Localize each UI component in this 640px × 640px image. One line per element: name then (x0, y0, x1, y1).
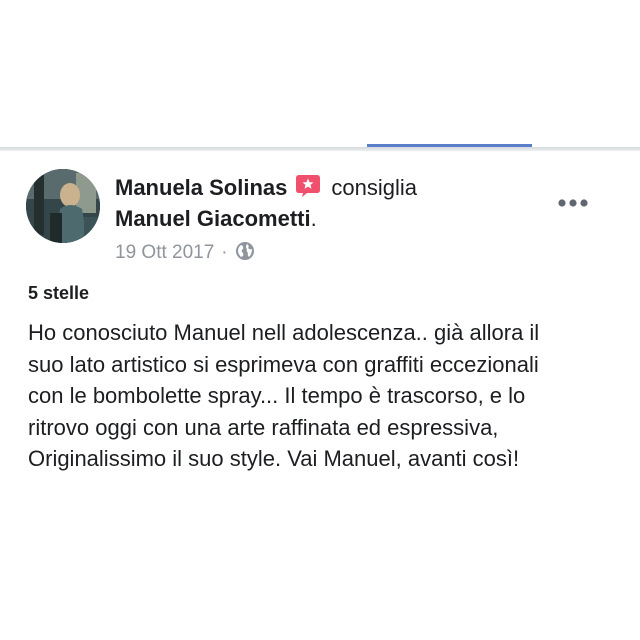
author-name[interactable]: Manuela Solinas (115, 175, 287, 200)
review-line: Originalissimo il suo style. Vai Manuel,… (28, 446, 520, 471)
review-line: con le bombolette spray... Il tempo è tr… (28, 383, 526, 408)
author-line: Manuela Solinas consiglia (115, 173, 417, 206)
recommend-verb: consiglia (331, 175, 417, 200)
avatar[interactable] (26, 169, 100, 243)
globe-icon[interactable] (235, 241, 255, 268)
header-blank-area (0, 0, 640, 146)
review-line: Ho conosciuto Manuel nell adolescenza.. … (28, 320, 540, 345)
review-text: Ho conosciuto Manuel nell adolescenza.. … (28, 317, 628, 475)
recommended-page-suffix: . (310, 206, 317, 231)
review-line: ritrovo oggi con una arte raffinata ed e… (28, 414, 499, 440)
recommended-page-line: Manuel Giacometti. (115, 205, 317, 233)
more-options-icon (558, 199, 588, 207)
post-meta: 19 Ott 2017 · (115, 241, 255, 268)
recommend-star-icon (295, 173, 321, 206)
review-line: suo lato artistico si esprimeva con graf… (28, 351, 539, 377)
recommended-page-name[interactable]: Manuel Giacometti (115, 206, 311, 231)
rating-label: 5 stelle (28, 283, 90, 303)
more-options-button[interactable] (557, 195, 591, 211)
avatar-photo (26, 169, 100, 243)
recommendation-post: Manuela Solinas consiglia Manuel Giacome… (0, 151, 640, 640)
post-date[interactable]: 19 Ott 2017 (115, 242, 214, 263)
meta-separator: · (221, 242, 228, 263)
